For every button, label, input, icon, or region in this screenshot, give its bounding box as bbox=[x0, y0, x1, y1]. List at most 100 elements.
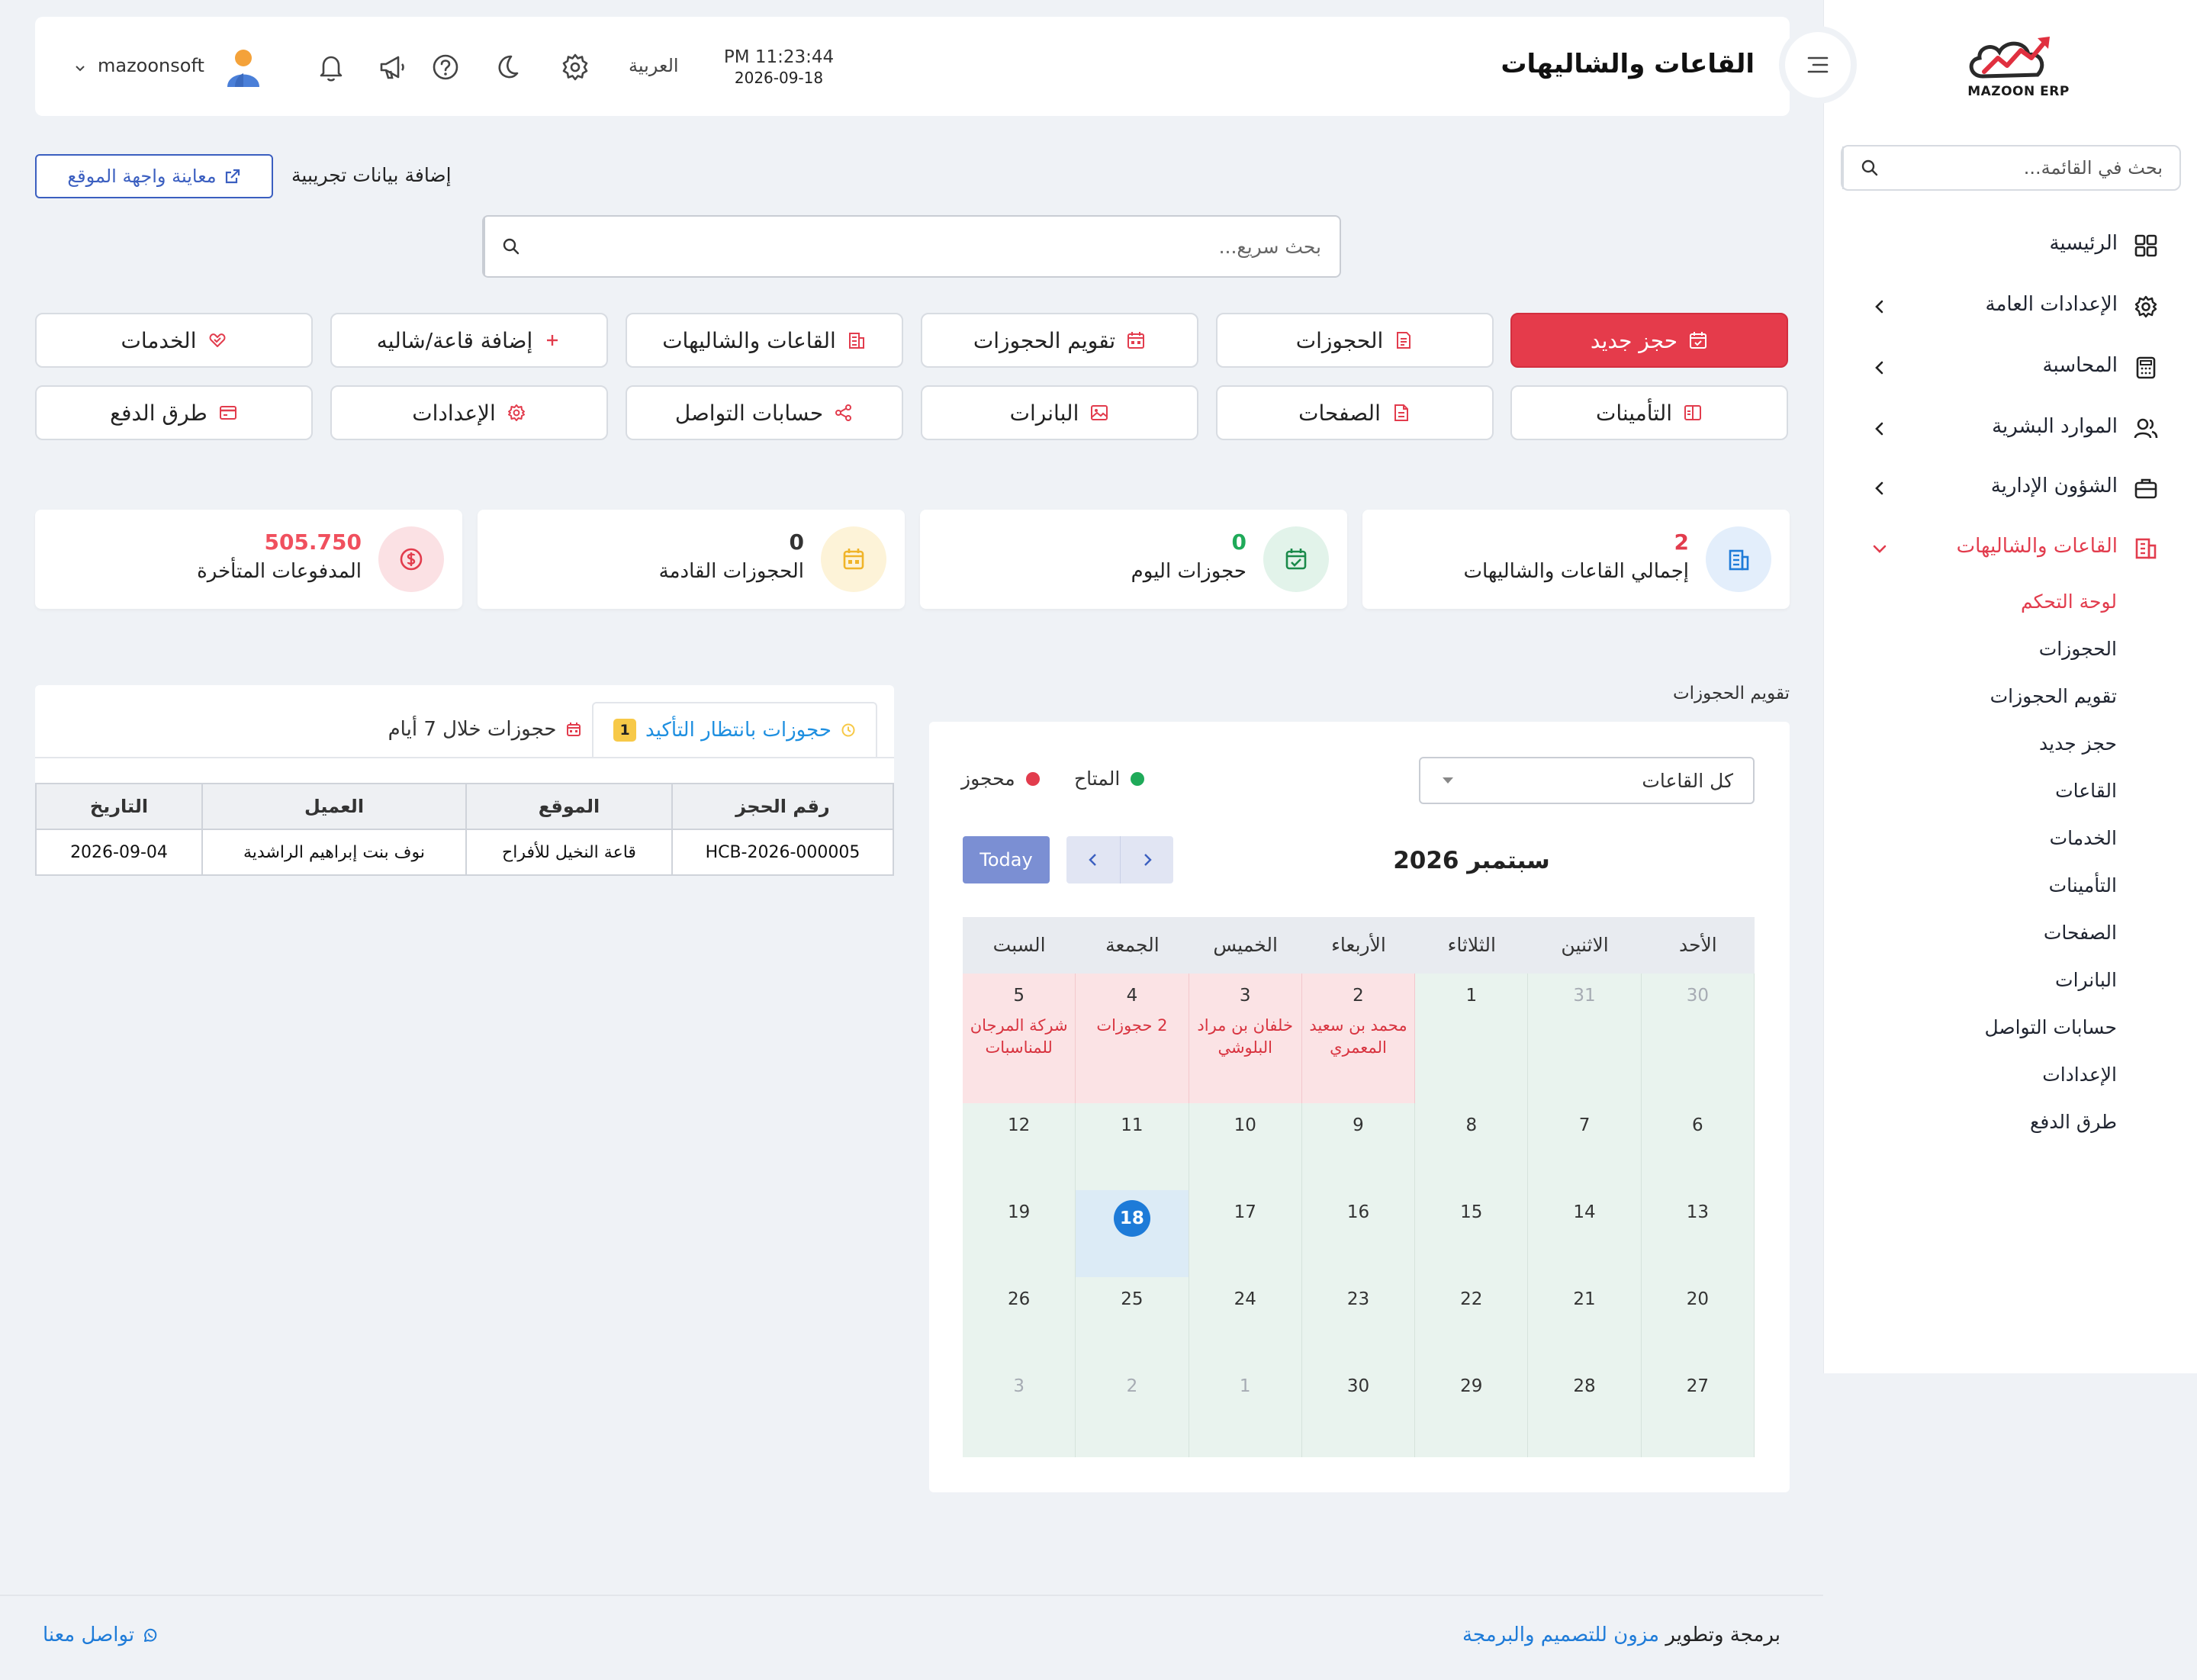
sidebar-toggle[interactable] bbox=[1785, 32, 1851, 98]
calendar-day[interactable]: 27 bbox=[1641, 1364, 1755, 1457]
prev-month-button[interactable] bbox=[1066, 836, 1120, 883]
hall-filter-select[interactable]: كل القاعات bbox=[1419, 757, 1755, 804]
preview-site-button[interactable]: معاينة واجهة الموقع bbox=[35, 154, 273, 198]
calendar-day[interactable]: 1 bbox=[1189, 1364, 1302, 1457]
calendar-day[interactable]: 22 bbox=[1415, 1277, 1529, 1364]
sidebar-item-home[interactable]: الرئيسية bbox=[1824, 219, 2197, 272]
calendar-day-booked[interactable]: 4 2 حجوزات bbox=[1076, 974, 1189, 1103]
language-switch[interactable]: العربية bbox=[629, 55, 679, 76]
calendar-day[interactable]: 2 bbox=[1076, 1364, 1189, 1457]
calendar-day-today[interactable]: 18 bbox=[1076, 1190, 1189, 1277]
today-button[interactable]: Today bbox=[963, 836, 1050, 883]
sidebar-subitem-pages[interactable]: الصفحات bbox=[2044, 922, 2117, 944]
calendar-day[interactable]: 30 bbox=[1641, 974, 1755, 1103]
bookings-button[interactable]: الحجوزات bbox=[1216, 313, 1494, 368]
sidebar-subitem-calendar[interactable]: تقويم الحجوزات bbox=[1990, 685, 2117, 707]
calendar-day[interactable]: 16 bbox=[1301, 1190, 1416, 1277]
calendar-event[interactable]: شركة المرجان للمناسبات bbox=[963, 1015, 1075, 1059]
sidebar-subitem-payment-methods[interactable]: طرق الدفع bbox=[2030, 1111, 2117, 1133]
calendar-event[interactable]: محمد بن سعيد المعمري bbox=[1302, 1015, 1414, 1059]
calendar-day[interactable]: 11 bbox=[1076, 1103, 1189, 1190]
sidebar-item-admin-affairs[interactable]: الشؤون الإدارية bbox=[1824, 462, 2197, 515]
settings-button[interactable]: الإعدادات bbox=[330, 385, 608, 440]
quick-search-input[interactable] bbox=[537, 217, 1340, 276]
sidebar-item-hr[interactable]: الموارد البشرية bbox=[1824, 402, 2197, 455]
table-row[interactable]: HCB-2026-000005 قاعة النخيل للأفراح نوف … bbox=[35, 829, 894, 876]
calendar-day[interactable]: 6 bbox=[1641, 1103, 1755, 1190]
sidebar-subitem-services[interactable]: الخدمات bbox=[2050, 827, 2117, 849]
calendar-day[interactable]: 31 bbox=[1528, 974, 1642, 1103]
booking-number-cell[interactable]: HCB-2026-000005 bbox=[671, 829, 894, 876]
sidebar-subitem-settings[interactable]: الإعدادات bbox=[2042, 1064, 2117, 1086]
stat-upcoming-bookings: 0 الحجوزات القادمة bbox=[478, 510, 905, 609]
banners-button[interactable]: البانرات bbox=[921, 385, 1198, 440]
add-demo-data-link[interactable]: إضافة بيانات تجريبية bbox=[291, 164, 452, 186]
avatar[interactable] bbox=[224, 47, 262, 89]
calendar-event[interactable]: خلفان بن مراد البلوشي bbox=[1189, 1015, 1301, 1059]
calendar-check-icon bbox=[1263, 526, 1329, 592]
contact-us-link[interactable]: تواصل معنا bbox=[43, 1624, 159, 1646]
next-month-button[interactable] bbox=[1120, 836, 1173, 883]
sidebar-subitem-new-booking[interactable]: حجز جديد bbox=[2039, 732, 2117, 755]
megaphone-icon[interactable] bbox=[375, 50, 409, 84]
calendar-event[interactable]: 2 حجوزات bbox=[1076, 1015, 1188, 1037]
sidebar-item-general-settings[interactable]: الإعدادات العامة bbox=[1824, 280, 2197, 333]
services-button[interactable]: الخدمات bbox=[35, 313, 313, 368]
sidebar-subitem-insurance[interactable]: التأمينات bbox=[2049, 874, 2117, 896]
calendar-day[interactable]: 20 bbox=[1641, 1277, 1755, 1364]
calendar-day-booked[interactable]: 3 خلفان بن مراد البلوشي bbox=[1189, 974, 1302, 1103]
calendar-day[interactable]: 23 bbox=[1301, 1277, 1416, 1364]
sidebar-subitem-halls[interactable]: القاعات bbox=[2055, 780, 2117, 802]
calendar-day-booked[interactable]: 5 شركة المرجان للمناسبات bbox=[963, 974, 1076, 1103]
gear-icon[interactable] bbox=[558, 50, 592, 84]
calendar-day[interactable]: 12 bbox=[963, 1103, 1076, 1190]
payment-methods-button[interactable]: طرق الدفع bbox=[35, 385, 313, 440]
calendar-day[interactable]: 3 bbox=[963, 1364, 1076, 1457]
tab-week-bookings[interactable]: حجوزات خلال 7 أيام bbox=[378, 702, 592, 757]
calendar-day[interactable]: 28 bbox=[1528, 1364, 1642, 1457]
sidebar-item-accounting[interactable]: المحاسبة bbox=[1824, 341, 2197, 394]
calendar-day[interactable]: 1 bbox=[1415, 974, 1529, 1103]
bell-icon[interactable] bbox=[314, 50, 348, 84]
calendar-day[interactable]: 8 bbox=[1415, 1103, 1529, 1190]
calendar-day-booked[interactable]: 2 محمد بن سعيد المعمري bbox=[1301, 974, 1416, 1103]
pages-button[interactable]: الصفحات bbox=[1216, 385, 1494, 440]
user-name[interactable]: mazoonsoft bbox=[98, 55, 204, 76]
add-hall-button[interactable]: إضافة قاعة/شاليه bbox=[330, 313, 608, 368]
sidebar-subitem-social-accounts[interactable]: حسابات التواصل bbox=[1984, 1016, 2117, 1038]
search-icon[interactable] bbox=[484, 217, 537, 276]
calendar-day[interactable]: 9 bbox=[1301, 1103, 1416, 1190]
chevron-down-icon[interactable] bbox=[73, 61, 87, 75]
calendar-day[interactable]: 15 bbox=[1415, 1190, 1529, 1277]
help-icon[interactable] bbox=[429, 50, 462, 84]
calendar-day[interactable]: 24 bbox=[1189, 1277, 1302, 1364]
social-accounts-button[interactable]: حسابات التواصل bbox=[626, 385, 903, 440]
booking-calendar-button[interactable]: تقويم الحجوزات bbox=[921, 313, 1198, 368]
halls-chalets-button[interactable]: القاعات والشاليهات bbox=[626, 313, 903, 368]
calendar-day[interactable]: 29 bbox=[1415, 1364, 1529, 1457]
search-icon[interactable] bbox=[1842, 146, 1896, 189]
calendar-day[interactable]: 25 bbox=[1076, 1277, 1189, 1364]
new-booking-button[interactable]: حجز جديد bbox=[1510, 313, 1788, 368]
mazoon-logo[interactable]: MAZOON ERP bbox=[1961, 32, 2076, 102]
tab-pending-bookings[interactable]: حجوزات بانتظار التأكيد 1 bbox=[592, 702, 877, 757]
insurance-button[interactable]: التأمينات bbox=[1510, 385, 1788, 440]
sidebar-subitem-banners[interactable]: البانرات bbox=[2055, 969, 2117, 991]
day-number: 10 bbox=[1234, 1115, 1256, 1135]
moon-icon[interactable] bbox=[490, 50, 523, 84]
calendar-day[interactable]: 21 bbox=[1528, 1277, 1642, 1364]
calendar-day[interactable]: 14 bbox=[1528, 1190, 1642, 1277]
calendar-day[interactable]: 26 bbox=[963, 1277, 1076, 1364]
calendar-grid: الأحد الاثنين الثلاثاء الأربعاء الخميس الجمعة… bbox=[963, 917, 1755, 1457]
credit-company-link[interactable]: مزون للتصميم والبرمجة bbox=[1462, 1624, 1659, 1646]
calendar-day[interactable]: 13 bbox=[1641, 1190, 1755, 1277]
calendar-day[interactable]: 10 bbox=[1189, 1103, 1302, 1190]
sidebar-item-halls-chalets[interactable]: القاعات والشاليهات bbox=[1824, 522, 2197, 575]
calendar-day[interactable]: 19 bbox=[963, 1190, 1076, 1277]
calendar-day[interactable]: 17 bbox=[1189, 1190, 1302, 1277]
sidebar-subitem-bookings[interactable]: الحجوزات bbox=[2039, 638, 2117, 660]
sidebar-subitem-dashboard[interactable]: لوحة التحكم bbox=[2021, 591, 2117, 613]
calendar-day[interactable]: 30 bbox=[1301, 1364, 1416, 1457]
sidebar-search-input[interactable] bbox=[1896, 146, 2179, 189]
calendar-day[interactable]: 7 bbox=[1528, 1103, 1642, 1190]
